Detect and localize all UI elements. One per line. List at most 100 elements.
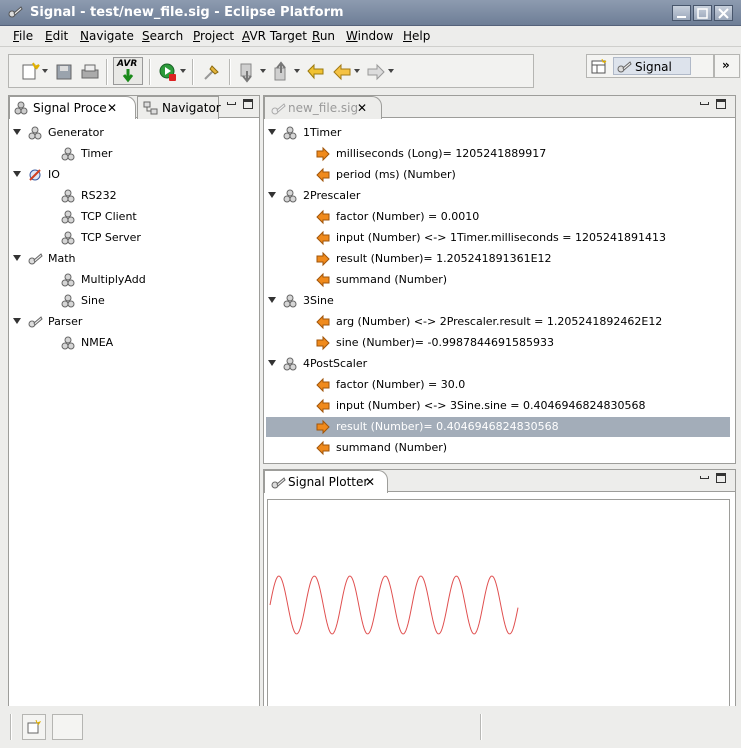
tree-node[interactable]: Math [11, 249, 257, 269]
minimize-window-button[interactable] [672, 5, 691, 21]
maximize-view-icon[interactable] [716, 473, 726, 483]
output-arrow-icon [316, 335, 330, 351]
tree-item[interactable]: summand (Number) [266, 270, 730, 290]
tree-item-label: Sine [81, 294, 105, 307]
tree-item[interactable]: NMEA [11, 333, 257, 353]
double-chevron-icon: » [722, 58, 730, 72]
perspective-overflow-button[interactable]: » [714, 54, 740, 78]
last-edit-icon[interactable] [305, 61, 327, 83]
previous-annotation-dropdown-icon[interactable] [294, 69, 300, 73]
tree-item[interactable]: Timer [11, 144, 257, 164]
back-icon[interactable] [331, 61, 353, 83]
window-title-bar[interactable]: Signal - test/new_file.sig - Eclipse Pla… [0, 0, 741, 26]
tree-item[interactable]: TCP Client [11, 207, 257, 227]
tree-node[interactable]: Parser [11, 312, 257, 332]
forward-icon[interactable] [365, 61, 387, 83]
save-icon[interactable] [53, 61, 75, 83]
tree-item[interactable]: milliseconds (Long)= 1205241889917 [266, 144, 730, 164]
menu-project[interactable]: Project [193, 29, 234, 43]
tree-item[interactable]: result (Number)= 1.205241891361E12 [266, 249, 730, 269]
close-tab-icon[interactable]: ✕ [357, 102, 367, 114]
tree-item[interactable]: input (Number) <-> 1Timer.milliseconds =… [266, 228, 730, 248]
tab-signal-processor[interactable]: Signal Proce ✕ [9, 96, 136, 119]
menu-avr-target[interactable]: AVR Target [242, 29, 307, 43]
expand-chevron-icon[interactable] [13, 255, 21, 261]
maximize-window-button[interactable] [693, 5, 712, 21]
tree-item[interactable]: TCP Server [11, 228, 257, 248]
expand-chevron-icon[interactable] [268, 297, 276, 303]
tree-item[interactable]: sine (Number)= -0.9987844691585933 [266, 333, 730, 353]
close-tab-icon[interactable]: ✕ [107, 102, 117, 114]
menu-window-label: Window [346, 29, 394, 43]
menu-file[interactable]: File [13, 29, 33, 43]
tree-item-label: input (Number) <-> 3Sine.sine = 0.404694… [336, 399, 646, 412]
tree-item[interactable]: Sine [11, 291, 257, 311]
expand-chevron-icon[interactable] [13, 171, 21, 177]
maximize-view-icon[interactable] [243, 99, 253, 109]
tree-item[interactable]: input (Number) <-> 3Sine.sine = 0.404694… [266, 396, 730, 416]
expand-chevron-icon[interactable] [13, 318, 21, 324]
run-icon[interactable] [157, 61, 179, 83]
component-icon [283, 126, 297, 140]
menu-help[interactable]: Help [403, 29, 430, 43]
close-window-button[interactable] [714, 5, 733, 21]
fast-view-button[interactable] [22, 714, 46, 740]
expand-chevron-icon[interactable] [268, 360, 276, 366]
plot-canvas[interactable] [267, 499, 730, 707]
menu-run-label: Run [312, 29, 336, 43]
menu-navigate[interactable]: Navigate [80, 29, 134, 43]
menu-window[interactable]: Window [346, 29, 393, 43]
minimize-view-icon[interactable] [700, 476, 709, 479]
new-dropdown-icon[interactable] [42, 69, 48, 73]
component-icon [61, 273, 75, 287]
expand-chevron-icon[interactable] [268, 192, 276, 198]
forward-dropdown-icon[interactable] [388, 69, 394, 73]
next-annotation-icon[interactable] [237, 61, 259, 83]
menu-run[interactable]: Run [312, 29, 335, 43]
menu-edit[interactable]: Edit [45, 29, 68, 43]
expand-chevron-icon[interactable] [268, 129, 276, 135]
close-icon [718, 8, 729, 19]
tree-item[interactable]: MultiplyAdd [11, 270, 257, 290]
back-dropdown-icon[interactable] [354, 69, 360, 73]
new-wizard-icon[interactable] [19, 61, 41, 83]
tree-item[interactable]: summand (Number) [266, 438, 730, 458]
tree-item[interactable]: period (ms) (Number) [266, 165, 730, 185]
tree-node[interactable]: 1Timer [266, 123, 730, 143]
tree-node[interactable]: IO [11, 165, 257, 185]
tree-item[interactable]: result (Number)= 0.4046946824830568 [266, 417, 730, 437]
tab-signal-plotter[interactable]: Signal Plotter ✕ [264, 470, 388, 493]
previous-annotation-icon[interactable] [271, 61, 293, 83]
tree-item[interactable]: RS232 [11, 186, 257, 206]
editor-tab-strip: new_file.sig ✕ [264, 96, 735, 119]
print-icon[interactable] [79, 61, 101, 83]
open-perspective-icon[interactable] [591, 59, 607, 75]
next-annotation-dropdown-icon[interactable] [260, 69, 266, 73]
expand-chevron-icon[interactable] [13, 129, 21, 135]
perspective-signal-button[interactable]: Signal [613, 57, 691, 75]
maximize-view-icon[interactable] [716, 99, 726, 109]
minimize-view-icon[interactable] [700, 102, 709, 105]
tab-navigator[interactable]: Navigator [137, 96, 221, 119]
pin-tool-icon[interactable] [201, 61, 223, 83]
tree-item-label: factor (Number) = 0.0010 [336, 210, 480, 223]
fast-view-icon [27, 720, 41, 734]
status-field[interactable] [52, 714, 83, 740]
tree-item[interactable]: arg (Number) <-> 2Prescaler.result = 1.2… [266, 312, 730, 332]
tree-item-label: summand (Number) [336, 441, 448, 454]
tree-item[interactable]: factor (Number) = 30.0 [266, 375, 730, 395]
tree-node[interactable]: Generator [11, 123, 257, 143]
avr-upload-button[interactable]: AVR [113, 57, 143, 85]
run-dropdown-icon[interactable] [180, 69, 186, 73]
minimize-view-icon[interactable] [227, 102, 236, 105]
tab-new-file-sig[interactable]: new_file.sig ✕ [264, 96, 382, 119]
tree-node[interactable]: 2Prescaler [266, 186, 730, 206]
tree-node[interactable]: 4PostScaler [266, 354, 730, 374]
plotter-tab-strip: Signal Plotter ✕ [264, 470, 735, 493]
toolbar-separator [192, 59, 194, 85]
close-tab-icon[interactable]: ✕ [365, 476, 375, 488]
tree-item[interactable]: factor (Number) = 0.0010 [266, 207, 730, 227]
menu-search[interactable]: Search [142, 29, 183, 43]
minimize-icon [677, 16, 686, 18]
tree-node[interactable]: 3Sine [266, 291, 730, 311]
